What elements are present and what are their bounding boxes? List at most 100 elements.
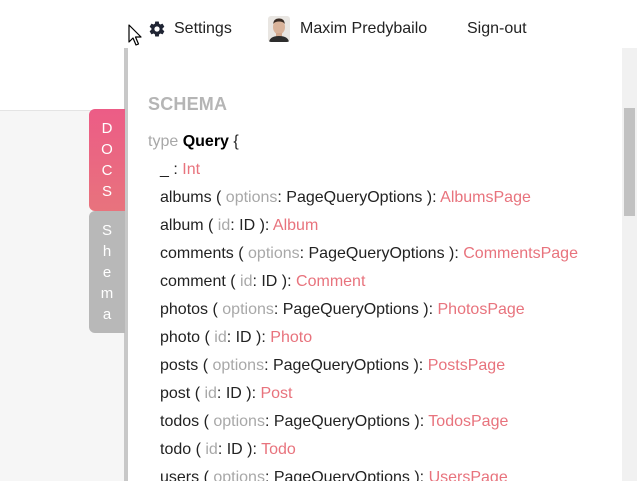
field-name[interactable]: albums: [160, 189, 212, 206]
tab-schema[interactable]: S h e m a: [89, 211, 125, 333]
field-arg-name: options: [213, 469, 265, 481]
schema-field-row: todo ( id: ID ): Todo: [148, 436, 578, 464]
field-paren-open: (: [203, 217, 218, 234]
field-name[interactable]: todo: [160, 441, 191, 458]
schema-field-row: albums ( options: PageQueryOptions ): Al…: [148, 184, 578, 212]
field-arg-name: options: [212, 357, 265, 374]
tab-docs-letter: S: [101, 183, 112, 200]
field-paren-open: (: [208, 301, 223, 318]
field-list: _ : Int albums ( options: PageQueryOption…: [148, 156, 578, 481]
field-paren-open: (: [200, 329, 215, 346]
mouse-pointer-icon: [128, 24, 142, 46]
field-arg-type[interactable]: : PageQueryOptions: [265, 469, 410, 481]
field-name[interactable]: album: [160, 217, 204, 234]
graphql-playground: Settings Maxim Predybailo Sign-out SCHEM…: [0, 0, 637, 481]
field-paren-close: ):: [409, 357, 428, 374]
signout-label: Sign-out: [467, 20, 527, 37]
field-arg-type[interactable]: : PageQueryOptions: [265, 413, 410, 430]
field-arg-type[interactable]: : PageQueryOptions: [264, 357, 409, 374]
field-arg-name: id: [214, 329, 227, 346]
schema-field-row: photos ( options: PageQueryOptions ): Ph…: [148, 296, 578, 324]
field-paren-open: (: [191, 441, 206, 458]
avatar: [268, 16, 290, 42]
field-name[interactable]: comment: [160, 273, 226, 290]
tab-docs[interactable]: D O C S: [89, 109, 125, 211]
field-return-type[interactable]: TodosPage: [428, 413, 508, 430]
open-brace: {: [233, 133, 239, 150]
docs-panel[interactable]: SCHEMA type Query { _ : Int albums ( opti…: [124, 48, 637, 481]
field-arg-type[interactable]: : ID: [230, 217, 255, 234]
schema-field-row: photo ( id: ID ): Photo: [148, 324, 578, 352]
tab-docs-letter: C: [101, 162, 113, 179]
field-arg-name: id: [217, 217, 231, 234]
tab-schema-letter: a: [102, 305, 112, 323]
gear-icon: [148, 20, 166, 38]
field-return-type[interactable]: PhotosPage: [438, 301, 525, 318]
type-name[interactable]: Query: [183, 133, 229, 150]
field-name[interactable]: comments: [160, 245, 234, 262]
field-paren-close: ):: [241, 385, 261, 402]
schema-field-row: comments ( options: PageQueryOptions ): …: [148, 240, 578, 268]
field-arg-name: id: [204, 385, 217, 402]
type-keyword: type: [148, 133, 179, 150]
field-name[interactable]: photos: [160, 301, 208, 318]
field-arg-type[interactable]: : PageQueryOptions: [274, 301, 419, 318]
field-arg-name: options: [248, 245, 300, 262]
field-return-type[interactable]: AlbumsPage: [440, 189, 531, 206]
field-paren-close: ):: [409, 413, 429, 430]
field-arg-name: options: [213, 413, 265, 430]
tab-schema-letter: e: [102, 263, 112, 281]
field-arg-type[interactable]: : PageQueryOptions: [300, 245, 445, 262]
field-arg-type[interactable]: : PageQueryOptions: [277, 189, 422, 206]
field-return-type[interactable]: CommentsPage: [463, 245, 578, 262]
field-name[interactable]: users: [160, 469, 199, 481]
field-paren-close: ):: [418, 301, 438, 318]
field-name[interactable]: posts: [160, 357, 198, 374]
field-paren-open: (: [190, 385, 205, 402]
field-paren-close: ):: [444, 245, 464, 262]
tab-schema-letter: h: [102, 242, 112, 260]
field-paren-close: ):: [277, 273, 297, 290]
field-paren-close: ):: [251, 329, 271, 346]
field-paren-close: ):: [242, 441, 262, 458]
field-arg-name: options: [222, 301, 274, 318]
field-paren-close: ):: [255, 217, 273, 234]
tab-docs-letter: O: [101, 141, 113, 158]
field-return-type[interactable]: Int: [182, 161, 200, 178]
field-paren-close: :: [168, 161, 183, 178]
field-arg-type[interactable]: : ID: [227, 329, 252, 346]
field-name[interactable]: _: [160, 161, 169, 178]
field-return-type[interactable]: PostsPage: [428, 357, 505, 374]
field-return-type[interactable]: UsersPage: [429, 469, 508, 481]
field-paren-open: (: [198, 357, 213, 374]
field-paren-close: ):: [422, 189, 441, 206]
scrollbar-thumb[interactable]: [624, 108, 635, 216]
field-return-type[interactable]: Todo: [261, 441, 296, 458]
user-name: Maxim Predybailo: [300, 20, 428, 37]
field-return-type[interactable]: Comment: [296, 273, 365, 290]
field-name[interactable]: post: [160, 385, 190, 402]
docs-scrollbar[interactable]: [622, 48, 637, 481]
field-name[interactable]: photo: [160, 329, 200, 346]
field-return-type[interactable]: Photo: [270, 329, 312, 346]
field-arg-type[interactable]: : ID: [218, 441, 243, 458]
editor-tab-band: [0, 70, 130, 111]
field-name[interactable]: todos: [160, 413, 199, 430]
schema-field-row: _ : Int: [148, 156, 578, 184]
field-arg-name: id: [240, 273, 253, 290]
field-return-type[interactable]: Post: [260, 385, 292, 402]
tab-schema-letter: m: [100, 284, 114, 302]
editor-header-area: [0, 0, 130, 71]
field-paren-open: (: [233, 245, 249, 262]
schema-field-row: post ( id: ID ): Post: [148, 380, 578, 408]
field-return-type[interactable]: Album: [273, 217, 318, 234]
field-arg-name: id: [205, 441, 218, 458]
field-arg-type[interactable]: : ID: [217, 385, 242, 402]
schema-section-title: SCHEMA: [148, 94, 228, 114]
field-paren-open: (: [225, 273, 241, 290]
field-arg-name: options: [225, 189, 278, 206]
field-arg-type[interactable]: : ID: [252, 273, 277, 290]
settings-label: Settings: [174, 20, 232, 37]
schema-field-row: posts ( options: PageQueryOptions ): Pos…: [148, 352, 578, 380]
schema-field-row: users ( options: PageQueryOptions ): Use…: [148, 464, 578, 481]
